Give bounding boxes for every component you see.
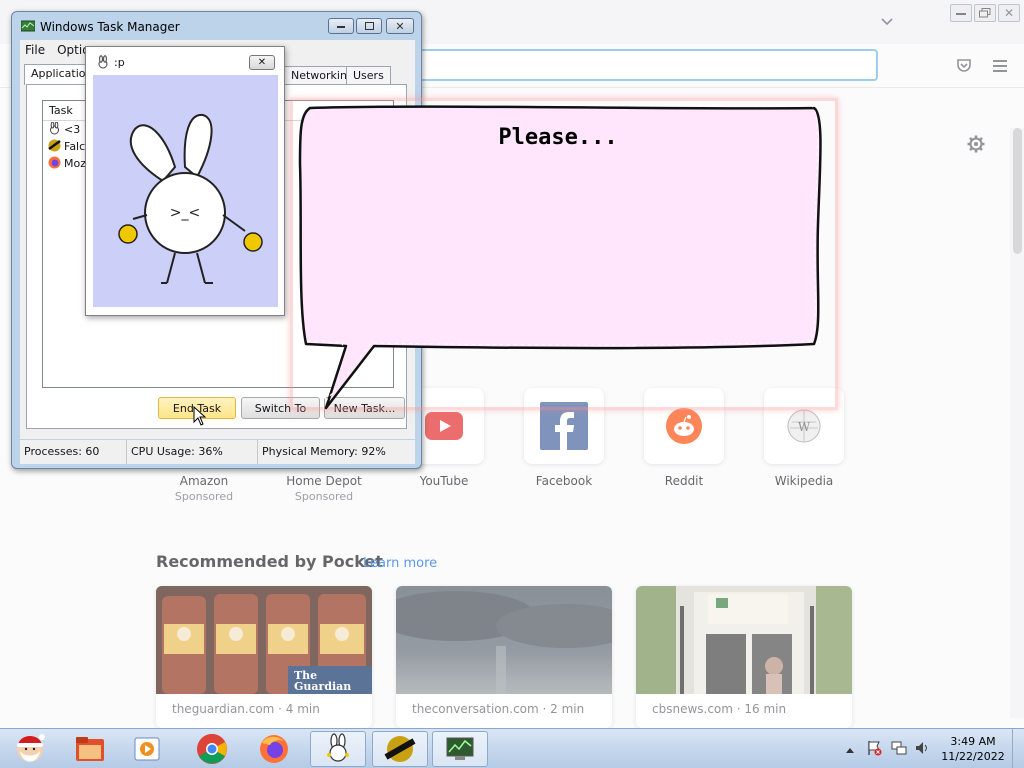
network-icon[interactable] <box>891 740 907 759</box>
folder-icon <box>76 737 104 761</box>
shortcut-sponsored-label: Sponsored <box>294 490 354 503</box>
falcon-icon <box>384 736 416 762</box>
bunny-face: >_< <box>170 205 200 221</box>
bunny-taskbar-icon <box>327 733 349 762</box>
card-image-jars: The Guardian <box>156 586 372 694</box>
taskbar-falcon-app[interactable] <box>372 731 428 767</box>
bunny-right-hand <box>243 232 263 252</box>
task-manager-taskbar-icon <box>446 737 474 760</box>
bunny-character-icon: >_< <box>118 113 263 284</box>
falcon-app-icon <box>48 139 61 155</box>
system-clock[interactable]: 3:49 AM 11/22/2022 <box>940 734 1006 764</box>
pocket-card[interactable]: cbsnews.com · 16 min <box>636 586 852 728</box>
card-source: theguardian.com · 4 min <box>172 702 320 716</box>
show-desktop-button[interactable] <box>1012 729 1024 768</box>
taskbar-file-explorer[interactable] <box>62 731 118 767</box>
task-manager-icon <box>20 20 36 33</box>
app-menu-icon[interactable] <box>990 56 1010 76</box>
status-processes: Processes: 60 <box>20 440 127 464</box>
task-name: Falc <box>64 140 86 153</box>
scrollbar-thumb[interactable] <box>1013 128 1022 254</box>
santa-start-icon <box>17 734 45 762</box>
pocket-card[interactable]: theconversation.com · 2 min <box>396 586 612 728</box>
shortcut-label: Home Depot <box>286 474 362 488</box>
bunny-popup-window: :p ✕ >_< <box>85 46 285 316</box>
bunny-left-hand <box>118 224 138 244</box>
action-center-flag-icon[interactable] <box>866 740 882 759</box>
page-scrollbar[interactable] <box>1010 128 1024 718</box>
taskbar-bunny-app[interactable] <box>310 731 366 767</box>
show-hidden-icons-arrow[interactable] <box>845 743 855 757</box>
windows-taskbar: 3:49 AM 11/22/2022 <box>0 728 1024 768</box>
shortcut-label: Facebook <box>535 474 593 488</box>
bunny-title-icon <box>96 55 110 72</box>
status-physical-memory: Physical Memory: 92% <box>262 445 386 458</box>
maximize-button[interactable] <box>356 18 382 34</box>
card-image-storefront <box>636 586 852 694</box>
pocket-card[interactable]: The Guardian theguardian.com · 4 min <box>156 586 372 728</box>
bunny-app-icon <box>48 121 61 138</box>
taskbar-firefox[interactable] <box>246 731 302 767</box>
bunny-canvas: >_< <box>93 75 278 307</box>
shortcut-label: Reddit <box>664 474 704 488</box>
shortcut-sponsored-label: Sponsored <box>174 490 234 503</box>
start-button[interactable] <box>2 731 58 767</box>
menu-file[interactable]: File <box>25 43 45 57</box>
shortcut-label: Amazon <box>179 474 229 488</box>
guardian-logo-badge: The Guardian <box>294 669 352 693</box>
settings-gear-icon[interactable] <box>966 134 986 154</box>
bunny-close-button[interactable]: ✕ <box>249 55 275 70</box>
task-name: <3 <box>64 123 81 136</box>
minimize-window-icon[interactable] <box>950 4 972 22</box>
restore-window-icon[interactable] <box>974 4 996 22</box>
learn-more-link[interactable]: Learn more <box>363 556 437 571</box>
close-window-icon[interactable]: ✕ <box>998 4 1020 22</box>
volume-icon[interactable] <box>914 740 930 759</box>
window-title: Windows Task Manager <box>40 20 180 34</box>
taskbar-task-manager[interactable] <box>432 731 488 767</box>
shortcut-label: YouTube <box>419 474 469 488</box>
speech-bubble: Please... <box>296 104 822 410</box>
card-image-storm-sky <box>396 586 612 694</box>
card-source: cbsnews.com · 16 min <box>652 702 787 716</box>
minimize-button[interactable] <box>328 18 354 34</box>
pocket-icon[interactable] <box>954 56 974 76</box>
status-bar: Processes: 60 CPU Usage: 36% Physical Me… <box>20 440 415 464</box>
shortcut-label: Wikipedia <box>774 474 834 488</box>
mouse-cursor-icon <box>193 405 207 429</box>
close-button[interactable]: ✕ <box>386 18 414 34</box>
status-cpu-usage: CPU Usage: 36% <box>127 440 258 464</box>
firefox-icon <box>260 735 288 763</box>
bunny-window-title: :p <box>114 56 125 69</box>
taskbar-media-player[interactable] <box>120 731 176 767</box>
firefox-app-icon <box>48 156 61 172</box>
svg-text:W: W <box>798 420 811 434</box>
tab-list-chevron-icon[interactable] <box>876 12 898 32</box>
pocket-heading: Recommended by Pocket <box>156 552 383 571</box>
url-bar[interactable]: ess <box>380 49 878 81</box>
bubble-text: Please... <box>498 125 617 150</box>
media-player-icon <box>134 737 160 761</box>
clock-time: 3:49 AM <box>950 735 996 748</box>
tab-users[interactable]: Users <box>346 66 391 85</box>
clock-date: 11/22/2022 <box>941 750 1005 763</box>
taskbar-chrome[interactable] <box>184 731 240 767</box>
chrome-icon <box>197 734 227 764</box>
card-source: theconversation.com · 2 min <box>412 702 585 716</box>
